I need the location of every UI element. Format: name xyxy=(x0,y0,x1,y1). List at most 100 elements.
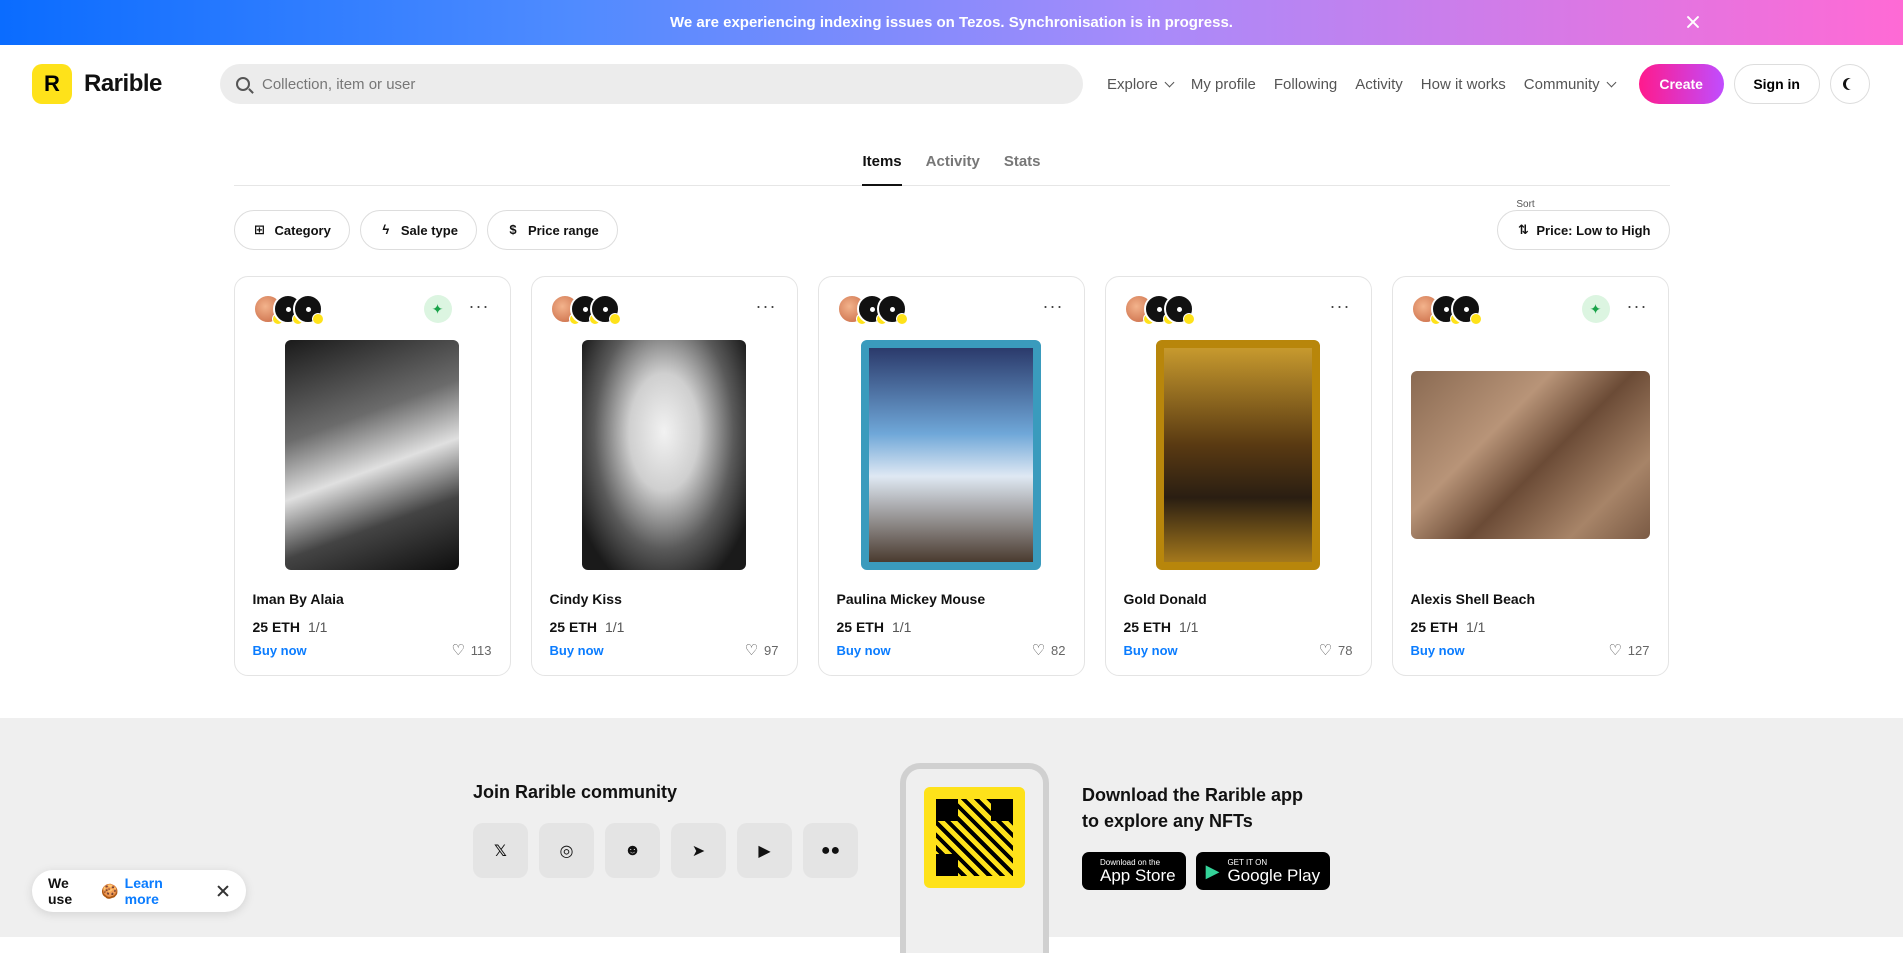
item-name: Gold Donald xyxy=(1123,591,1207,607)
artwork-image xyxy=(1156,340,1320,570)
item-edition: 1/1 xyxy=(1178,619,1199,635)
buy-now-link[interactable]: Buy now xyxy=(837,643,891,658)
medium-icon[interactable]: ●● xyxy=(803,823,858,878)
sort-dropdown[interactable]: Sort ⇅ Price: Low to High xyxy=(1497,199,1670,250)
sort-label: Sort xyxy=(1516,199,1535,210)
chevron-down-icon xyxy=(1164,77,1175,87)
nav-explore-label: Explore xyxy=(1107,75,1158,93)
item-name: Alexis Shell Beach xyxy=(1410,591,1536,607)
social-links: 𝕏 ◎ ☻ ➤ ▶ ●● xyxy=(473,823,858,878)
item-image[interactable] xyxy=(253,339,492,571)
verified-badge-icon xyxy=(895,313,908,325)
telegram-icon[interactable]: ➤ xyxy=(671,823,726,878)
cookie-notice: We use 🍪 Learn more xyxy=(32,870,246,912)
owner-avatars[interactable] xyxy=(549,294,621,325)
qr-code-pattern xyxy=(936,799,1013,876)
sale-type-filter-button[interactable]: ϟ Sale type xyxy=(359,210,477,250)
nav-how-it-works[interactable]: How it works xyxy=(1421,76,1506,93)
discord-icon[interactable]: ☻ xyxy=(605,823,660,878)
sprout-icon: ✦ xyxy=(423,295,452,323)
sort-value: Price: Low to High xyxy=(1536,222,1651,238)
price-range-filter-label: Price range xyxy=(527,222,599,238)
like-button[interactable]: ♡ 127 xyxy=(1608,641,1649,659)
app-store-button[interactable]: Download on the App Store xyxy=(1082,852,1186,890)
like-count: 127 xyxy=(1627,642,1650,658)
sign-in-button[interactable]: Sign in xyxy=(1733,64,1820,104)
avatar[interactable] xyxy=(292,294,324,325)
create-button[interactable]: Create xyxy=(1638,64,1724,104)
tab-activity[interactable]: Activity xyxy=(926,145,980,185)
more-options-icon[interactable]: ··· xyxy=(756,297,777,315)
search-bar[interactable]: Collection, item or user xyxy=(220,64,1083,104)
more-options-icon[interactable]: ··· xyxy=(1330,297,1351,315)
heart-icon: ♡ xyxy=(1318,642,1333,659)
item-edition: 1/1 xyxy=(891,619,912,635)
artwork-image xyxy=(861,340,1041,570)
avatar[interactable] xyxy=(1450,294,1482,325)
item-card[interactable]: ✦ ··· Iman By Alaia 25 ETH 1/1 Buy now ♡ 1… xyxy=(233,276,511,676)
nav-following[interactable]: Following xyxy=(1274,76,1337,93)
footer: Join Rarible community 𝕏 ◎ ☻ ➤ ▶ ●● Down… xyxy=(0,718,1903,953)
artwork-image xyxy=(1410,371,1650,539)
price-range-filter-button[interactable]: $ Price range xyxy=(486,210,618,250)
tab-items[interactable]: Items xyxy=(862,145,902,186)
heart-icon: ♡ xyxy=(1031,642,1046,659)
like-button[interactable]: ♡ 113 xyxy=(451,641,491,659)
tab-stats[interactable]: Stats xyxy=(1004,145,1041,185)
buy-now-link[interactable]: Buy now xyxy=(550,643,604,658)
nav-my-profile[interactable]: My profile xyxy=(1191,76,1256,93)
avatar[interactable] xyxy=(589,294,621,325)
like-button[interactable]: ♡ 78 xyxy=(1319,641,1353,659)
category-filter-button[interactable]: ⊞ Category xyxy=(233,210,350,250)
like-button[interactable]: ♡ 97 xyxy=(745,641,779,659)
youtube-icon[interactable]: ▶ xyxy=(737,823,792,878)
learn-more-link[interactable]: Learn more xyxy=(125,875,199,907)
twitter-icon[interactable]: 𝕏 xyxy=(473,823,528,878)
logo[interactable]: R Rarible xyxy=(32,64,188,104)
close-cookie-icon[interactable] xyxy=(216,884,230,898)
owner-avatars[interactable] xyxy=(1123,294,1195,325)
search-input[interactable]: Collection, item or user xyxy=(262,76,415,93)
google-play-big-text: Google Play xyxy=(1227,865,1321,885)
download-title: Download the Rarible app to explore any … xyxy=(1082,782,1330,834)
nav-community[interactable]: Community xyxy=(1524,76,1617,93)
buy-now-link[interactable]: Buy now xyxy=(1124,643,1178,658)
top-header: R Rarible Collection, item or user Explo… xyxy=(0,45,1903,123)
dollar-icon: $ xyxy=(509,222,517,237)
item-card[interactable]: ✦ ··· Alexis Shell Beach 25 ETH 1/1 Buy n… xyxy=(1391,276,1669,676)
item-card[interactable]: ··· Paulina Mickey Mouse 25 ETH 1/1 Buy n… xyxy=(817,276,1085,676)
theme-toggle-button[interactable] xyxy=(1829,64,1870,104)
item-card[interactable]: ··· Gold Donald 25 ETH 1/1 Buy now ♡ 78 xyxy=(1104,276,1372,676)
more-options-icon[interactable]: ··· xyxy=(1043,297,1064,315)
item-card[interactable]: ··· Cindy Kiss 25 ETH 1/1 Buy now ♡ 97 xyxy=(530,276,798,676)
instagram-icon[interactable]: ◎ xyxy=(539,823,594,878)
item-image[interactable] xyxy=(1124,339,1353,571)
item-price: 25 ETH xyxy=(1123,619,1171,635)
download-app-section: Download the Rarible app to explore any … xyxy=(1082,782,1331,890)
owner-avatars[interactable] xyxy=(1410,294,1482,325)
avatar[interactable] xyxy=(876,294,908,325)
item-image[interactable] xyxy=(1410,339,1650,571)
nav-activity[interactable]: Activity xyxy=(1355,76,1403,93)
owner-avatars[interactable] xyxy=(836,294,908,325)
owner-avatars[interactable] xyxy=(252,294,324,325)
sale-type-filter-label: Sale type xyxy=(400,222,458,238)
close-banner-icon[interactable] xyxy=(1683,12,1703,32)
like-button[interactable]: ♡ 82 xyxy=(1032,641,1066,659)
avatar[interactable] xyxy=(1163,294,1195,325)
nav-explore[interactable]: Explore xyxy=(1107,75,1175,93)
item-price: 25 ETH xyxy=(549,619,597,635)
buy-now-link[interactable]: Buy now xyxy=(1411,643,1465,658)
buy-now-link[interactable]: Buy now xyxy=(253,643,307,658)
item-image[interactable] xyxy=(837,339,1066,571)
more-options-icon[interactable]: ··· xyxy=(469,297,490,315)
download-title-line2: to explore any NFTs xyxy=(1082,811,1253,831)
filter-bar: ⊞ Category ϟ Sale type $ Price range Sor… xyxy=(233,199,1670,250)
item-edition: 1/1 xyxy=(307,619,328,635)
cookie-icon: 🍪 xyxy=(101,882,119,899)
main-nav: Explore My profile Following Activity Ho… xyxy=(1107,75,1617,93)
google-play-button[interactable]: ▶ GET IT ON Google Play xyxy=(1195,852,1331,890)
more-options-icon[interactable]: ··· xyxy=(1627,297,1648,315)
item-price: 25 ETH xyxy=(1410,619,1458,635)
item-image[interactable] xyxy=(550,339,779,571)
